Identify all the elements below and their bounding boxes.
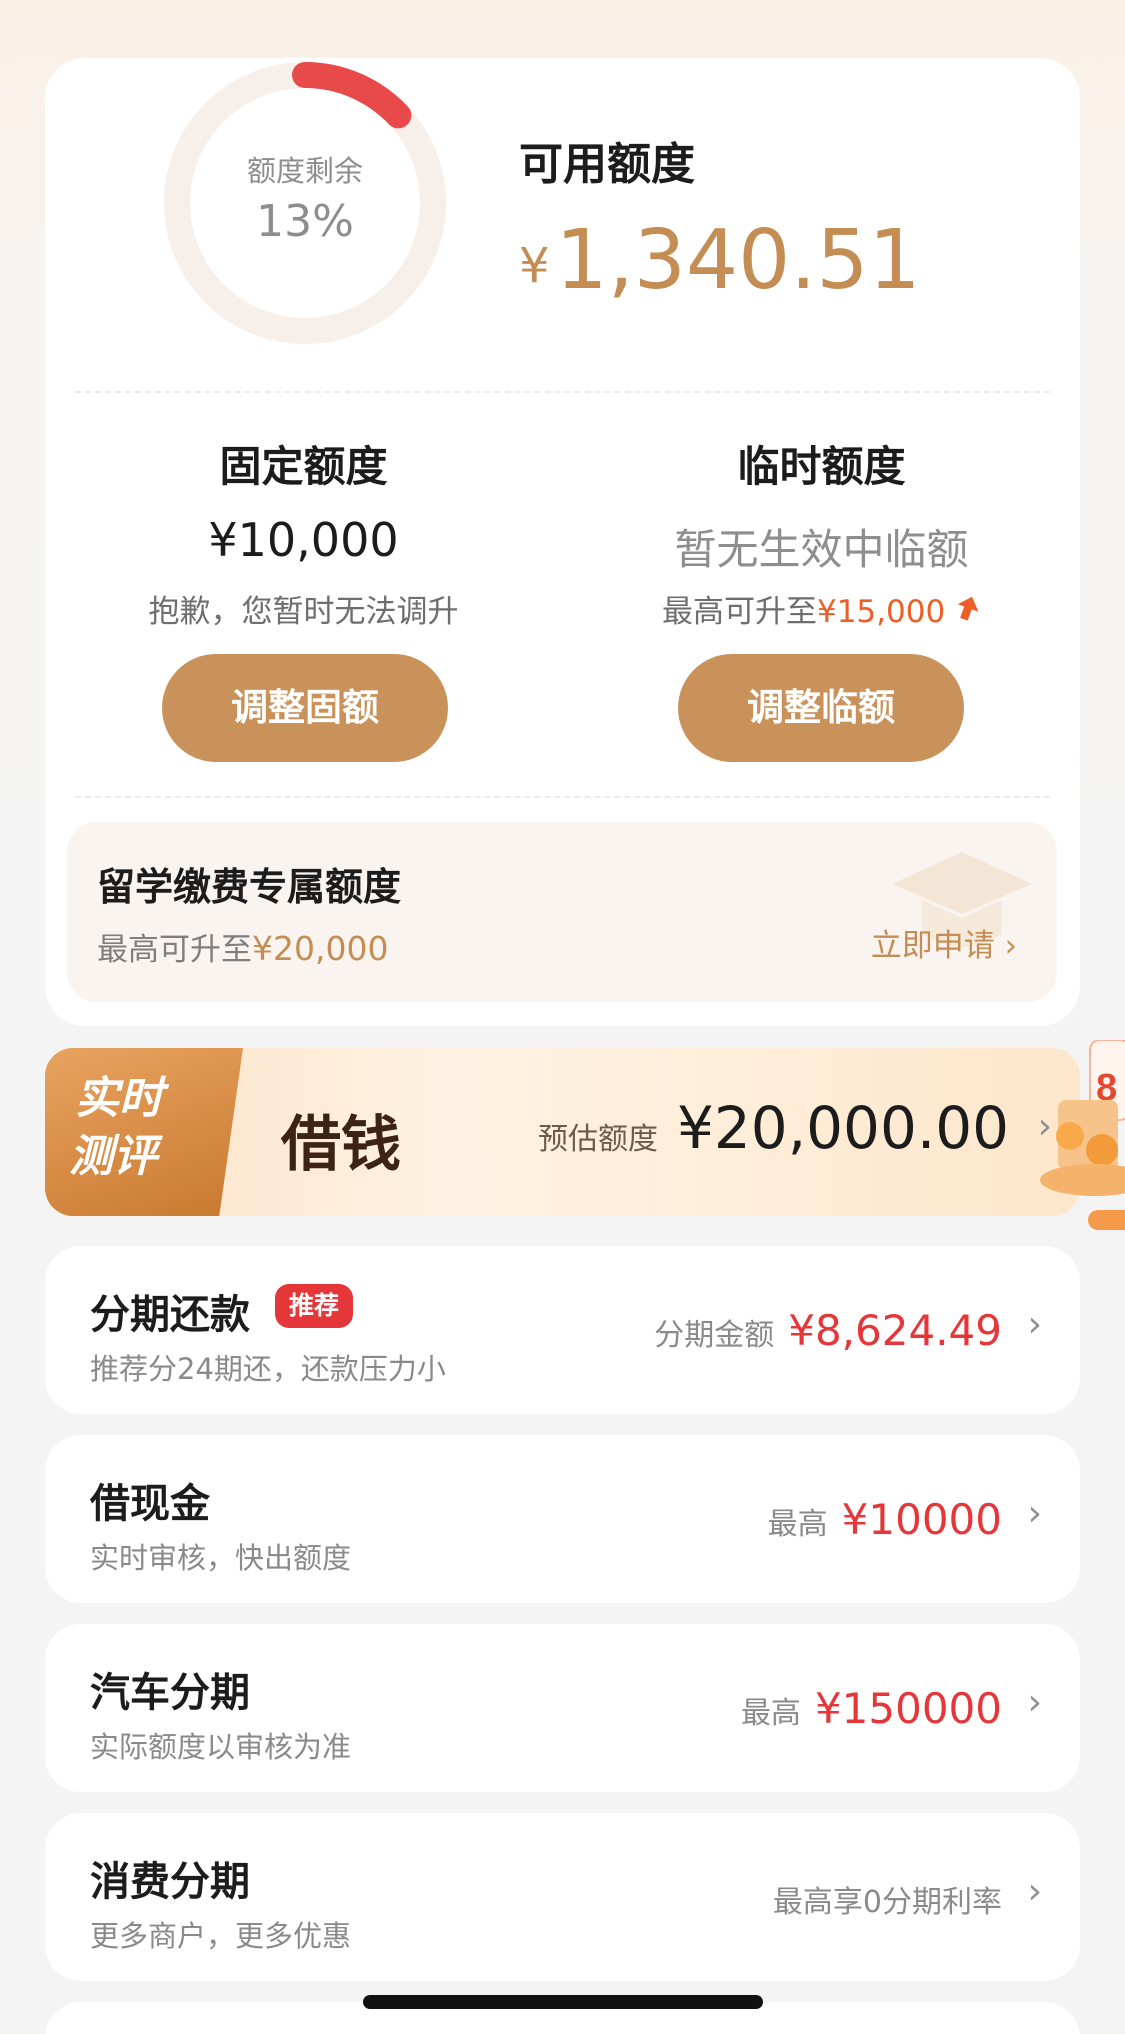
row-value-amount: ¥150000 (814, 1684, 1002, 1733)
fixed-quota-value: ¥10,000 (208, 513, 399, 567)
chevron-right-icon: › (1027, 1493, 1042, 1534)
car-installment-row[interactable]: 汽车分期 实际额度以审核为准 最高 ¥150000 › (45, 1624, 1080, 1792)
temp-note-amount: ¥15,000 (816, 594, 946, 630)
row-value: 最高 ¥10000 (768, 1495, 1002, 1544)
available-amount: ¥1,340.51 (519, 213, 921, 308)
row-title: 分期还款 (90, 1292, 250, 1338)
temp-note-prefix: 最高可升至 (661, 594, 817, 630)
study-quota-title: 留学缴费专属额度 (97, 865, 402, 909)
cash-loan-row[interactable]: 借现金 实时审核，快出额度 最高 ¥10000 › (45, 1435, 1080, 1603)
chevron-right-icon: › (1027, 1304, 1042, 1345)
chevron-right-icon: › (1027, 1871, 1042, 1912)
divider (75, 391, 1050, 393)
row-title: 消费分期 (90, 1859, 250, 1905)
row-subtitle: 更多商户，更多优惠 (90, 1919, 352, 1953)
available-amount-value: 1,340.51 (555, 213, 921, 308)
study-sub-prefix: 最高可升至 (97, 932, 252, 968)
currency-symbol: ¥ (519, 238, 550, 294)
fixed-quota-title: 固定额度 (219, 442, 388, 491)
chevron-right-icon: › (1027, 1682, 1042, 1723)
row-value-label: 最高 (740, 1696, 801, 1731)
ring-title: 额度剩余 (246, 154, 363, 188)
realtime-eval-tag: 实时 测评 (45, 1048, 243, 1216)
coin-gift-icon: 8 (1040, 1040, 1125, 1240)
row-value-text: 最高享0分期利率 (772, 1885, 1002, 1920)
eval-tag-line1: 实时 (75, 1073, 163, 1124)
row-value-amount: ¥8,624.49 (788, 1306, 1002, 1355)
up-arrow-icon (955, 594, 981, 629)
borrow-title: 借钱 (281, 1110, 401, 1180)
row-value: 最高 ¥150000 (741, 1684, 1002, 1733)
row-value: 最高享0分期利率 (773, 1877, 1002, 1921)
row-value: 分期金额 ¥8,624.49 (654, 1306, 1002, 1355)
study-quota-box[interactable]: 留学缴费专属额度 最高可升至¥20,000 立即申请 › (67, 822, 1057, 1002)
temp-quota-title: 临时额度 (737, 442, 906, 491)
row-value-label: 分期金额 (654, 1318, 775, 1353)
row-value-label: 最高 (767, 1507, 828, 1542)
eval-tag-line2: 测评 (69, 1131, 157, 1182)
temp-quota-value: 暂无生效中临额 (674, 525, 969, 574)
row-subtitle: 实际额度以审核为准 (90, 1730, 352, 1764)
consumer-installment-row[interactable]: 消费分期 更多商户，更多优惠 最高享0分期利率 › (45, 1813, 1080, 1981)
available-title: 可用额度 (519, 139, 695, 190)
home-indicator[interactable] (363, 1995, 763, 2009)
study-quota-sub: 最高可升至¥20,000 (97, 924, 388, 969)
installment-repay-row[interactable]: 分期还款 推荐 推荐分24期还，还款压力小 分期金额 ¥8,624.49 › (45, 1246, 1080, 1414)
recommend-badge: 推荐 (275, 1284, 354, 1328)
fixed-quota-note: 抱歉，您暂时无法调升 (148, 594, 459, 630)
row-title: 汽车分期 (90, 1670, 250, 1716)
ring-percent: 13% (256, 196, 354, 247)
adjust-fixed-button[interactable]: 调整固额 (162, 654, 448, 762)
row-title: 借现金 (90, 1481, 210, 1527)
study-sub-amount: ¥20,000 (252, 929, 389, 968)
temp-quota-note: 最高可升至¥15,000 (563, 586, 1080, 631)
quota-card: 额度剩余 13% 可用额度 ¥1,340.51 固定额度 ¥10,000 抱歉，… (45, 58, 1080, 1026)
row-subtitle: 推荐分24期还，还款压力小 (90, 1352, 446, 1386)
apply-now-link[interactable]: 立即申请 › (871, 920, 1017, 965)
ring-arc (292, 62, 412, 129)
estimated-label: 预估额度 (538, 1122, 658, 1157)
divider (75, 796, 1050, 798)
borrow-banner[interactable]: 实时 测评 借钱 预估额度 ¥20,000.00 › (45, 1048, 1080, 1216)
adjust-temp-button[interactable]: 调整临额 (678, 654, 964, 762)
quota-remaining-ring: 额度剩余 13% (158, 56, 452, 350)
row-value-amount: ¥10000 (841, 1495, 1002, 1544)
estimated-amount: ¥20,000.00 (677, 1094, 1010, 1162)
row-subtitle: 实时审核，快出额度 (90, 1541, 352, 1575)
